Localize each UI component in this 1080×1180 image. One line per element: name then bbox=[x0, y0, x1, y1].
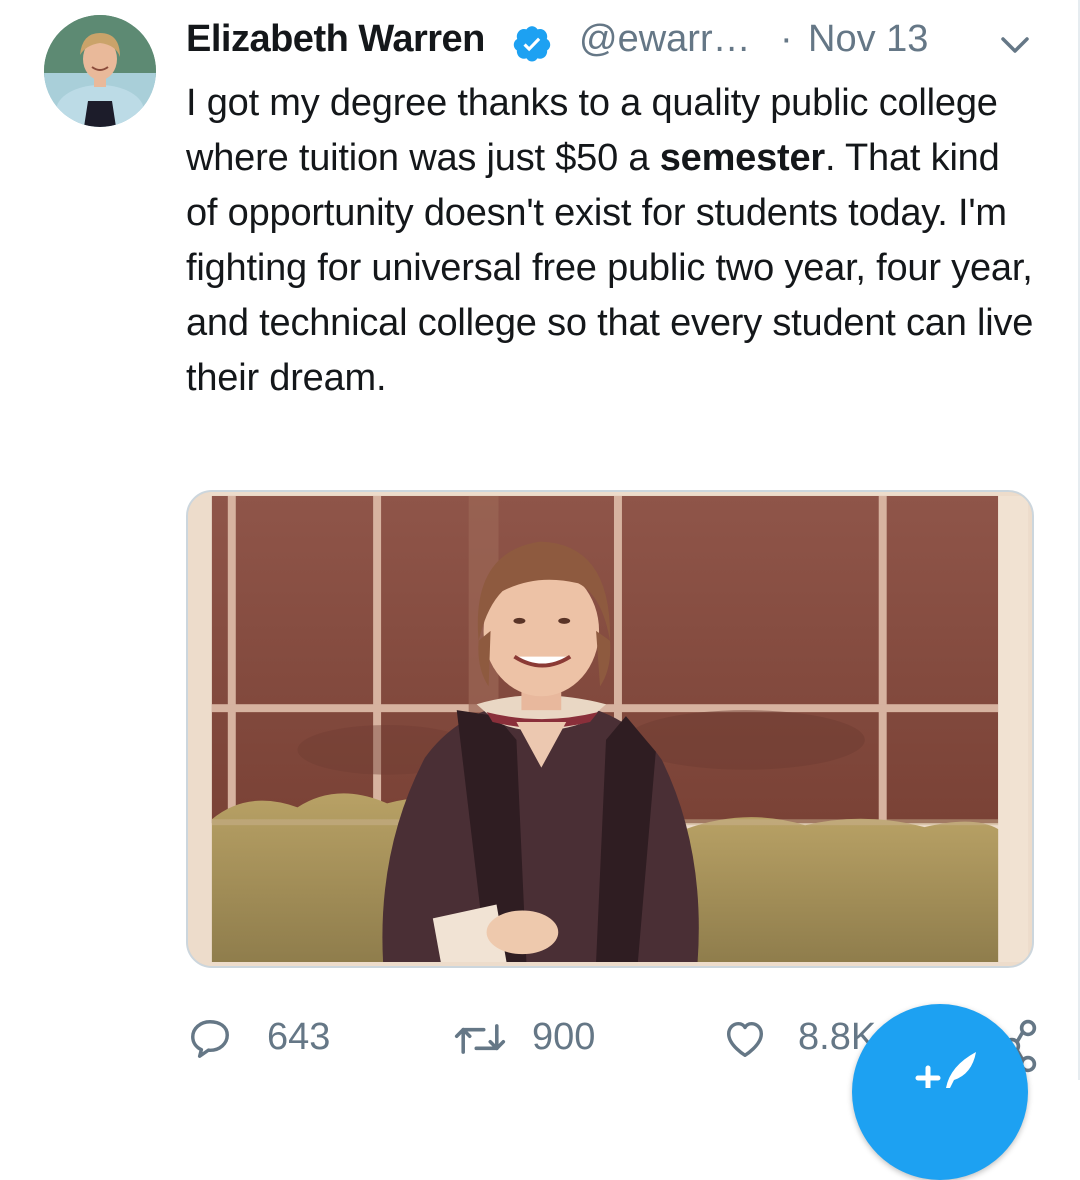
tweet-text: I got my degree thanks to a quality publ… bbox=[186, 76, 1036, 406]
chevron-down-icon[interactable] bbox=[996, 28, 1034, 62]
author-handle[interactable]: @ewarr… bbox=[579, 18, 751, 61]
retweet-count: 900 bbox=[532, 1016, 596, 1058]
retweet-icon bbox=[454, 1024, 506, 1054]
compose-tweet-icon bbox=[915, 1052, 976, 1088]
reply-count: 643 bbox=[267, 1016, 331, 1058]
tweet-date[interactable]: Nov 13 bbox=[808, 18, 928, 61]
tweet-text-bold: semester bbox=[659, 137, 826, 179]
header-separator: · bbox=[780, 18, 793, 60]
graduation-photo bbox=[188, 492, 1032, 966]
reply-icon bbox=[191, 1020, 229, 1058]
compose-tweet-button[interactable] bbox=[852, 1004, 1028, 1180]
tweet-header: Elizabeth Warren @ewarr… · Nov 13 bbox=[186, 14, 1046, 70]
avatar[interactable] bbox=[44, 15, 156, 127]
tweet-photo[interactable] bbox=[186, 490, 1034, 968]
verified-badge-icon bbox=[513, 26, 551, 62]
author-name[interactable]: Elizabeth Warren bbox=[186, 18, 485, 61]
heart-icon bbox=[726, 1021, 764, 1058]
avatar-image bbox=[44, 15, 156, 127]
